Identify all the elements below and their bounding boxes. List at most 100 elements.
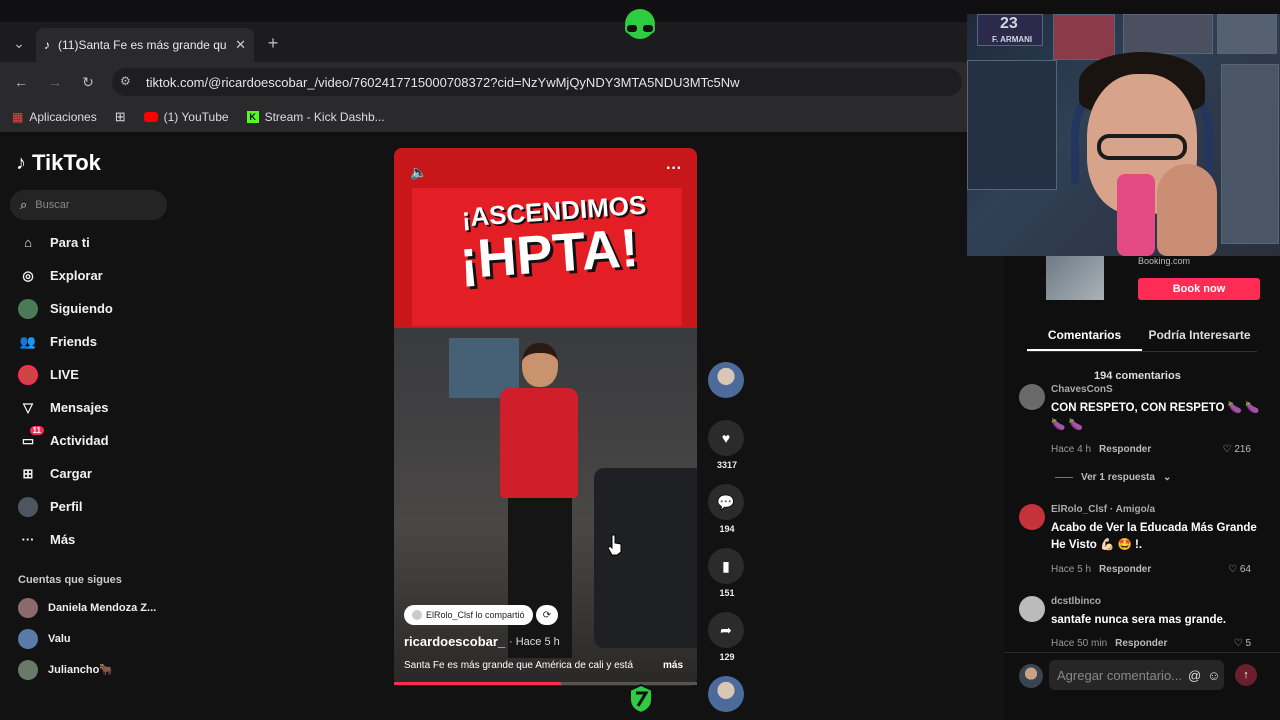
new-tab-plus-icon[interactable]: +	[262, 32, 284, 54]
reply-button[interactable]: Responder	[1115, 638, 1167, 649]
send-arrow-icon[interactable]: ↑	[1235, 664, 1257, 686]
apps-grid-icon: ▦	[12, 110, 24, 124]
comment-user[interactable]: dcstlbinco	[1051, 596, 1101, 607]
tab-podria-interesarte[interactable]: Podría Interesarte	[1142, 322, 1257, 351]
comment-user[interactable]: ChavesConS	[1051, 384, 1113, 395]
like-count: 216	[1234, 444, 1251, 455]
comment-like[interactable]: ♡ 64	[1228, 564, 1251, 575]
close-tab-icon[interactable]: ✕	[235, 37, 246, 53]
back-arrow-icon[interactable]: ←	[10, 71, 32, 93]
hand-cursor-icon	[607, 534, 622, 556]
url-text: tiktok.com/@ricardoescobar_/video/760241…	[146, 74, 740, 90]
profile-avatar-icon	[18, 496, 38, 517]
glasses	[1097, 134, 1187, 160]
shared-by-chip[interactable]: ElRolo_Clsf lo compartió	[404, 605, 533, 625]
nav-explorar[interactable]: ◎ Explorar	[10, 259, 180, 292]
nav-friends[interactable]: 👥 Friends	[10, 325, 180, 358]
share-count: 129	[719, 652, 735, 662]
bookmark-apps[interactable]: ▦ Aplicaciones	[12, 110, 97, 124]
home-icon: ⌂	[24, 235, 32, 250]
nav-live[interactable]: LIVE	[10, 358, 180, 391]
author-avatar[interactable]	[708, 362, 744, 398]
reply-button[interactable]: Responder	[1099, 564, 1151, 575]
more-link[interactable]: más	[663, 660, 683, 671]
volume-icon[interactable]: 🔈	[410, 164, 427, 181]
avatar[interactable]	[1019, 504, 1045, 530]
nav-perfil[interactable]: Perfil	[10, 490, 180, 523]
like-heart-icon[interactable]: ♥	[708, 420, 744, 456]
following-list: Daniela Mendoza Z... Valu Juliancho🐂	[10, 592, 180, 685]
nav-mas[interactable]: ··· Más	[10, 523, 180, 556]
reply-button[interactable]: Responder	[1099, 444, 1151, 455]
search-input[interactable]: ⌕ Buscar	[10, 190, 167, 220]
microphone	[1117, 174, 1155, 256]
video-person-shirt	[500, 388, 578, 498]
book-now-button[interactable]: Book now	[1138, 278, 1260, 300]
nav-label: Cargar	[50, 466, 92, 481]
address-bar[interactable]: tiktok.com/@ricardoescobar_/video/760241…	[112, 68, 962, 96]
video-author[interactable]: ricardoescobar_	[404, 634, 505, 649]
divider	[1004, 652, 1280, 653]
comment-time: Hace 50 min	[1051, 638, 1108, 649]
comment-placeholder: Agregar comentario...	[1057, 667, 1183, 683]
like-count: 3317	[716, 460, 738, 470]
nav-label: LIVE	[50, 367, 79, 382]
window-titlebar	[0, 0, 968, 22]
bookmark-kick[interactable]: K Stream - Kick Dashb...	[246, 110, 385, 124]
bookmark-icon[interactable]: ▮	[708, 548, 744, 584]
following-name: Valu	[48, 632, 71, 645]
comment-input[interactable]: Agregar comentario... @ ☺	[1049, 660, 1224, 690]
following-item[interactable]: Valu	[10, 623, 180, 654]
comment-bubble-icon[interactable]: 💬	[708, 484, 744, 520]
bookmark-grid[interactable]: ⊞	[115, 109, 126, 125]
save-count: 151	[719, 588, 735, 598]
comment-like[interactable]: ♡ 216	[1223, 444, 1251, 455]
browser-tab[interactable]: ♪ (11)Santa Fe es más grande qu ✕	[36, 28, 254, 62]
poster-number: 23	[1000, 15, 1018, 32]
poster-text: F. ARMANI	[992, 35, 1033, 44]
nav-mensajes[interactable]: ▽ Mensajes	[10, 391, 180, 424]
avatar[interactable]	[1019, 384, 1045, 410]
tiktok-logo[interactable]: ♪ TikTok	[16, 150, 180, 176]
sound-disc-icon[interactable]	[708, 676, 744, 712]
following-item[interactable]: Juliancho🐂	[10, 654, 180, 685]
nav-label: Siguiendo	[50, 301, 113, 316]
nav-para-ti[interactable]: ⌂ Para ti	[10, 226, 180, 259]
share-arrow-icon[interactable]: ➦	[708, 612, 744, 648]
avatar[interactable]	[1019, 596, 1045, 622]
tab-comentarios[interactable]: Comentarios	[1027, 322, 1142, 351]
bookmark-youtube[interactable]: (1) YouTube	[143, 110, 229, 124]
view-replies-button[interactable]: Ver 1 respuesta ⌄	[1055, 472, 1171, 483]
kick-icon: K	[246, 111, 259, 123]
comment-like[interactable]: ♡ 5	[1234, 638, 1251, 649]
nav-cargar[interactable]: ⊞ Cargar	[10, 457, 180, 490]
comment-item: ChavesConS CON RESPETO, CON RESPETO 🍆 🍆 …	[1019, 384, 1259, 464]
video-person-pants	[508, 498, 572, 658]
nav-label: Más	[50, 532, 76, 547]
following-item[interactable]: Daniela Mendoza Z...	[10, 592, 180, 623]
forward-arrow-icon[interactable]: →	[44, 71, 66, 93]
reload-icon[interactable]: ↻	[77, 71, 99, 93]
video-progress-fill	[394, 682, 561, 685]
comment-meta: Hace 4 h Responder	[1051, 444, 1151, 455]
tab-list-chevron-icon[interactable]: ⌄	[8, 32, 30, 54]
emoji-icon[interactable]: ☺	[1207, 668, 1220, 683]
avatar	[18, 597, 38, 618]
mention-at-icon[interactable]: @	[1188, 668, 1201, 683]
repost-icon[interactable]: ⟳	[536, 605, 558, 625]
comment-time: Hace 5 h	[1051, 564, 1092, 575]
comment-user[interactable]: ElRolo_Clsf · Amigo/a	[1051, 504, 1155, 515]
following-name: Daniela Mendoza Z...	[48, 601, 157, 614]
following-title: Cuentas que sigues	[18, 574, 122, 586]
nav-siguiendo[interactable]: Siguiendo	[10, 292, 180, 325]
comment-item: ElRolo_Clsf · Amigo/a Acabo de Ver la Ed…	[1019, 504, 1259, 580]
brand-name: TikTok	[32, 150, 101, 175]
more-options-icon[interactable]: ···	[666, 160, 682, 178]
ad-source: Booking.com	[1138, 256, 1191, 266]
comment-meta: Hace 5 h Responder	[1051, 564, 1151, 575]
nav-actividad[interactable]: ▭ 11 Actividad	[10, 424, 180, 457]
nav-label: Explorar	[50, 268, 103, 283]
standings-poster	[967, 60, 1057, 190]
video-banner: ¡ASCENDIMOS ¡HPTA!	[394, 148, 697, 328]
site-settings-icon[interactable]: ⚙	[120, 74, 136, 90]
